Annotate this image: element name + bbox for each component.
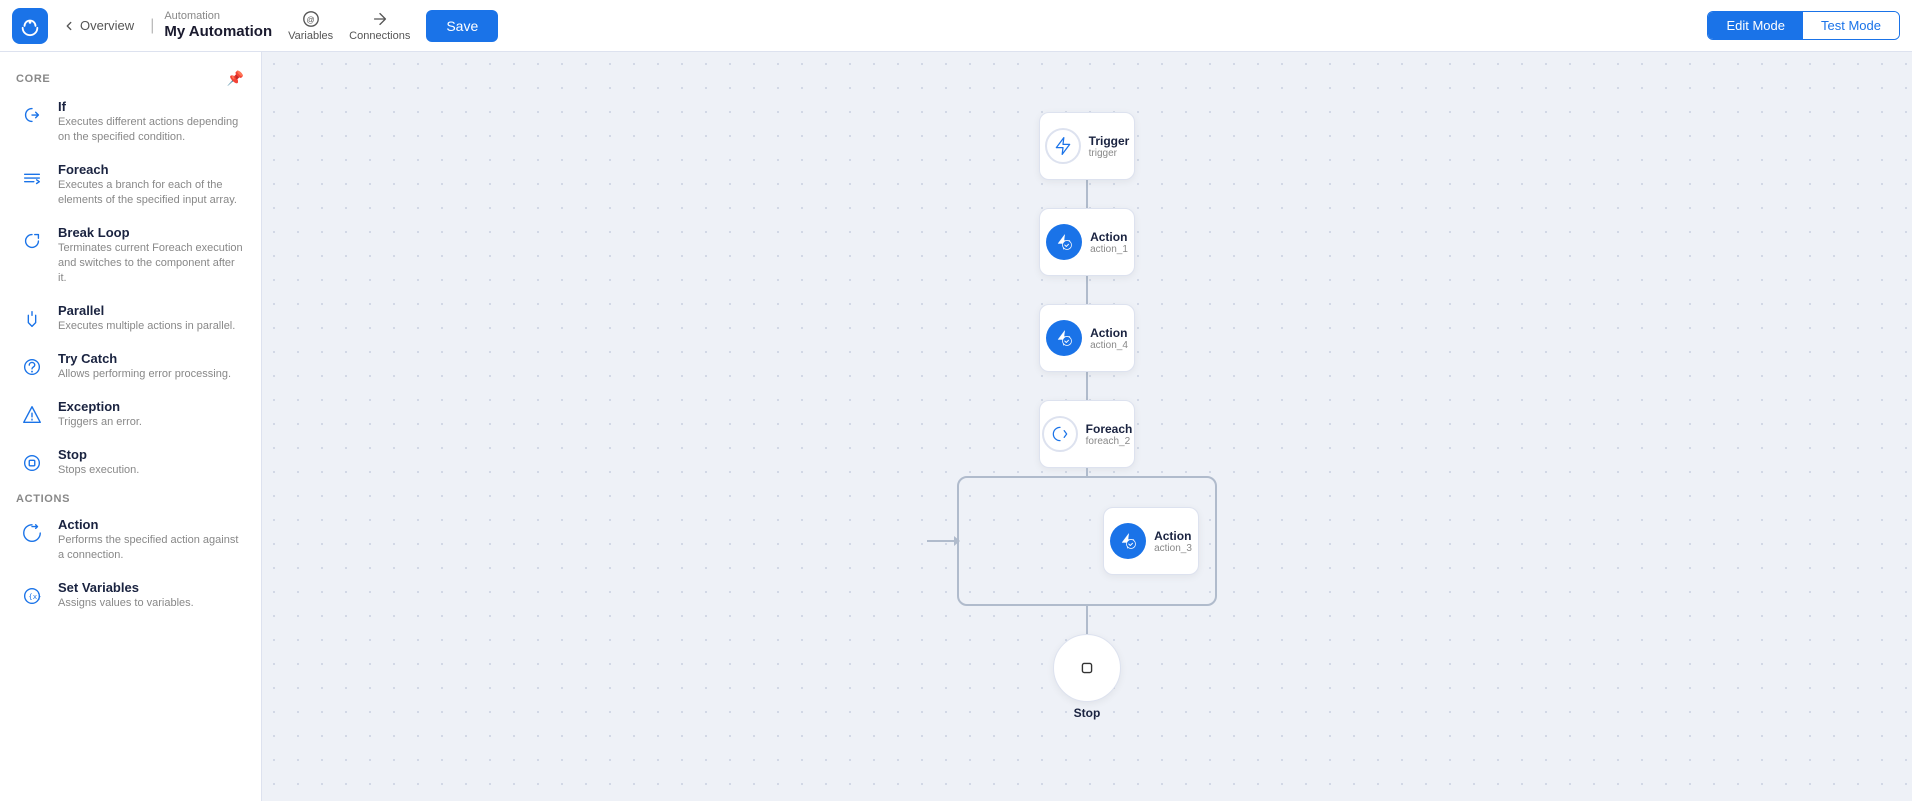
foreach-icon bbox=[16, 162, 48, 194]
foreach-loop-box: Action action_3 bbox=[957, 476, 1217, 606]
sidebar-item-setvariables[interactable]: {x} Set Variables Assigns values to vari… bbox=[0, 572, 261, 620]
sidebar-item-exception-name: Exception bbox=[58, 399, 245, 414]
stop-sidebar-icon bbox=[16, 447, 48, 479]
action4-subname: action_4 bbox=[1090, 340, 1128, 351]
action4-box[interactable]: Action action_4 bbox=[1039, 304, 1135, 372]
action1-box[interactable]: Action action_1 bbox=[1039, 208, 1135, 276]
sidebar-item-stop-name: Stop bbox=[58, 447, 245, 462]
svg-text:{x}: {x} bbox=[28, 591, 41, 600]
foreach-loop-section: Action action_3 bbox=[957, 468, 1217, 634]
sidebar-item-action-desc: Performs the specified action against a … bbox=[58, 533, 245, 564]
main-layout: CORE 📌 If Executes different actions dep… bbox=[0, 52, 1912, 801]
foreach-subname: foreach_2 bbox=[1086, 436, 1133, 447]
action1-name: Action bbox=[1090, 230, 1128, 244]
foreach-arrow-line bbox=[927, 540, 959, 542]
breadcrumb-top: Automation bbox=[164, 10, 272, 23]
stop-node[interactable]: Stop bbox=[1053, 634, 1121, 720]
action3-box[interactable]: Action action_3 bbox=[1103, 507, 1199, 575]
action4-node[interactable]: Action action_4 bbox=[1039, 304, 1135, 372]
stop-box[interactable] bbox=[1053, 634, 1121, 702]
back-label: Overview bbox=[80, 18, 134, 33]
mode-toggle: Edit Mode Test Mode bbox=[1707, 11, 1900, 40]
foreach-arrowhead bbox=[954, 536, 960, 546]
breadcrumb-separator: | bbox=[150, 17, 154, 35]
trycatch-icon bbox=[16, 351, 48, 383]
sidebar-item-exception-desc: Triggers an error. bbox=[58, 415, 245, 430]
sidebar-item-breakloop[interactable]: Break Loop Terminates current Foreach ex… bbox=[0, 217, 261, 295]
canvas[interactable]: Trigger trigger bbox=[262, 52, 1912, 801]
breakloop-icon bbox=[16, 225, 48, 257]
action1-icon bbox=[1046, 224, 1082, 260]
trigger-node[interactable]: Trigger trigger bbox=[1039, 112, 1135, 180]
exception-icon bbox=[16, 399, 48, 431]
sidebar-item-if[interactable]: If Executes different actions depending … bbox=[0, 91, 261, 154]
action1-node[interactable]: Action action_1 bbox=[1039, 208, 1135, 276]
test-mode-button[interactable]: Test Mode bbox=[1803, 12, 1899, 39]
save-button[interactable]: Save bbox=[426, 10, 498, 42]
action3-name: Action bbox=[1154, 529, 1192, 543]
sidebar-item-breakloop-desc: Terminates current Foreach execution and… bbox=[58, 241, 245, 287]
logo-button[interactable] bbox=[12, 8, 48, 44]
edit-mode-button[interactable]: Edit Mode bbox=[1708, 12, 1803, 39]
flow-container: Trigger trigger bbox=[957, 112, 1217, 720]
connector-trigger-action1 bbox=[1086, 180, 1088, 208]
stop-label: Stop bbox=[1074, 706, 1101, 720]
sidebar: CORE 📌 If Executes different actions dep… bbox=[0, 52, 262, 801]
foreach-box[interactable]: Foreach foreach_2 bbox=[1039, 400, 1135, 468]
variables-button[interactable]: @ Variables bbox=[288, 10, 333, 42]
connections-label: Connections bbox=[349, 30, 410, 42]
sidebar-item-stop[interactable]: Stop Stops execution. bbox=[0, 439, 261, 487]
sidebar-item-trycatch-name: Try Catch bbox=[58, 351, 245, 366]
connector-action1-action4 bbox=[1086, 276, 1088, 304]
setvariables-icon: {x} bbox=[16, 580, 48, 612]
connections-button[interactable]: Connections bbox=[349, 10, 410, 42]
foreach-node[interactable]: Foreach foreach_2 bbox=[1039, 400, 1135, 468]
sidebar-item-action[interactable]: Action Performs the specified action aga… bbox=[0, 509, 261, 572]
actions-section-header: ACTIONS bbox=[0, 487, 261, 509]
connector-action4-foreach bbox=[1086, 372, 1088, 400]
variables-label: Variables bbox=[288, 30, 333, 42]
sidebar-item-trycatch-desc: Allows performing error processing. bbox=[58, 367, 245, 382]
trigger-icon bbox=[1045, 128, 1081, 164]
sidebar-item-breakloop-name: Break Loop bbox=[58, 225, 245, 240]
sidebar-item-parallel-desc: Executes multiple actions in parallel. bbox=[58, 319, 245, 334]
foreach-name: Foreach bbox=[1086, 422, 1133, 436]
action-sidebar-icon bbox=[16, 517, 48, 549]
header: Overview | Automation My Automation @ Va… bbox=[0, 0, 1912, 52]
sidebar-item-foreach[interactable]: Foreach Executes a branch for each of th… bbox=[0, 154, 261, 217]
trigger-name: Trigger bbox=[1089, 134, 1130, 148]
parallel-icon bbox=[16, 303, 48, 335]
sidebar-item-if-desc: Executes different actions depending on … bbox=[58, 115, 245, 146]
sidebar-item-setvariables-desc: Assigns values to variables. bbox=[58, 596, 245, 611]
header-actions: @ Variables Connections Save bbox=[288, 10, 498, 42]
sidebar-item-parallel[interactable]: Parallel Executes multiple actions in pa… bbox=[0, 295, 261, 343]
action3-subname: action_3 bbox=[1154, 543, 1192, 554]
action4-icon bbox=[1046, 320, 1082, 356]
back-button[interactable]: Overview bbox=[56, 14, 140, 37]
sidebar-item-stop-desc: Stops execution. bbox=[58, 463, 245, 478]
sidebar-item-foreach-desc: Executes a branch for each of the elemen… bbox=[58, 178, 245, 209]
sidebar-item-foreach-name: Foreach bbox=[58, 162, 245, 177]
sidebar-item-if-name: If bbox=[58, 99, 245, 114]
trigger-box[interactable]: Trigger trigger bbox=[1039, 112, 1135, 180]
sidebar-item-action-name: Action bbox=[58, 517, 245, 532]
action1-subname: action_1 bbox=[1090, 244, 1128, 255]
sidebar-item-exception[interactable]: Exception Triggers an error. bbox=[0, 391, 261, 439]
sidebar-item-trycatch[interactable]: Try Catch Allows performing error proces… bbox=[0, 343, 261, 391]
breadcrumb: Automation My Automation bbox=[164, 10, 272, 41]
svg-text:@: @ bbox=[306, 15, 314, 24]
breadcrumb-title: My Automation bbox=[164, 23, 272, 41]
sidebar-item-setvariables-name: Set Variables bbox=[58, 580, 245, 595]
trigger-subname: trigger bbox=[1089, 148, 1130, 159]
action4-name: Action bbox=[1090, 326, 1128, 340]
if-icon bbox=[16, 99, 48, 131]
foreach-node-icon bbox=[1042, 416, 1078, 452]
pin-icon[interactable]: 📌 bbox=[227, 70, 245, 87]
core-section-header: CORE 📌 bbox=[0, 64, 261, 91]
sidebar-item-parallel-name: Parallel bbox=[58, 303, 245, 318]
action3-icon bbox=[1110, 523, 1146, 559]
